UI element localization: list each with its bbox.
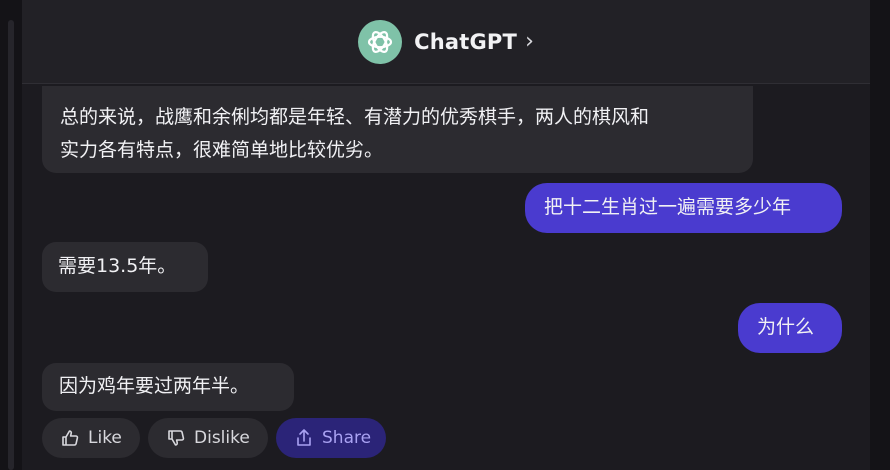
assistant-message: 因为鸡年要过两年半。 [42, 363, 294, 411]
scroll-track [8, 20, 14, 470]
share-button[interactable]: Share [276, 418, 386, 458]
like-label: Like [88, 428, 122, 448]
like-button[interactable]: Like [42, 418, 140, 458]
assistant-message: 总的来说，战鹰和余俐均都是年轻、有潜力的优秀棋手，两人的棋风和 实力各有特点，很… [42, 86, 753, 173]
share-icon [297, 429, 311, 446]
header-title-group[interactable]: ChatGPT › [22, 0, 870, 83]
thumbs-up-icon [62, 430, 79, 446]
chat-screen: ChatGPT › 总的来说，战鹰和余俐均都是年轻、有潜力的优秀棋手，两人的棋风… [22, 0, 870, 470]
screenshot-frame: ChatGPT › 总的来说，战鹰和余俐均都是年轻、有潜力的优秀棋手，两人的棋风… [0, 0, 890, 470]
user-message: 为什么 [738, 303, 842, 353]
left-edge [0, 0, 22, 470]
app-title: ChatGPT [414, 29, 518, 54]
message-line: 总的来说，战鹰和余俐均都是年轻、有潜力的优秀棋手，两人的棋风和 [60, 106, 650, 128]
thumbs-down-icon [168, 430, 185, 446]
dislike-button[interactable]: Dislike [148, 418, 268, 458]
chevron-right-icon[interactable]: › [525, 30, 534, 53]
openai-knot-icon [368, 30, 393, 53]
chat-header: ChatGPT › [22, 0, 870, 84]
share-label: Share [322, 428, 372, 448]
assistant-message: 需要13.5年。 [42, 242, 208, 292]
right-edge [870, 0, 890, 470]
message-line: 实力各有特点，很难简单地比较优劣。 [60, 139, 384, 161]
user-message: 把十二生肖过一遍需要多少年 [525, 183, 842, 233]
openai-logo-icon [358, 19, 403, 64]
dislike-label: Dislike [194, 428, 250, 448]
